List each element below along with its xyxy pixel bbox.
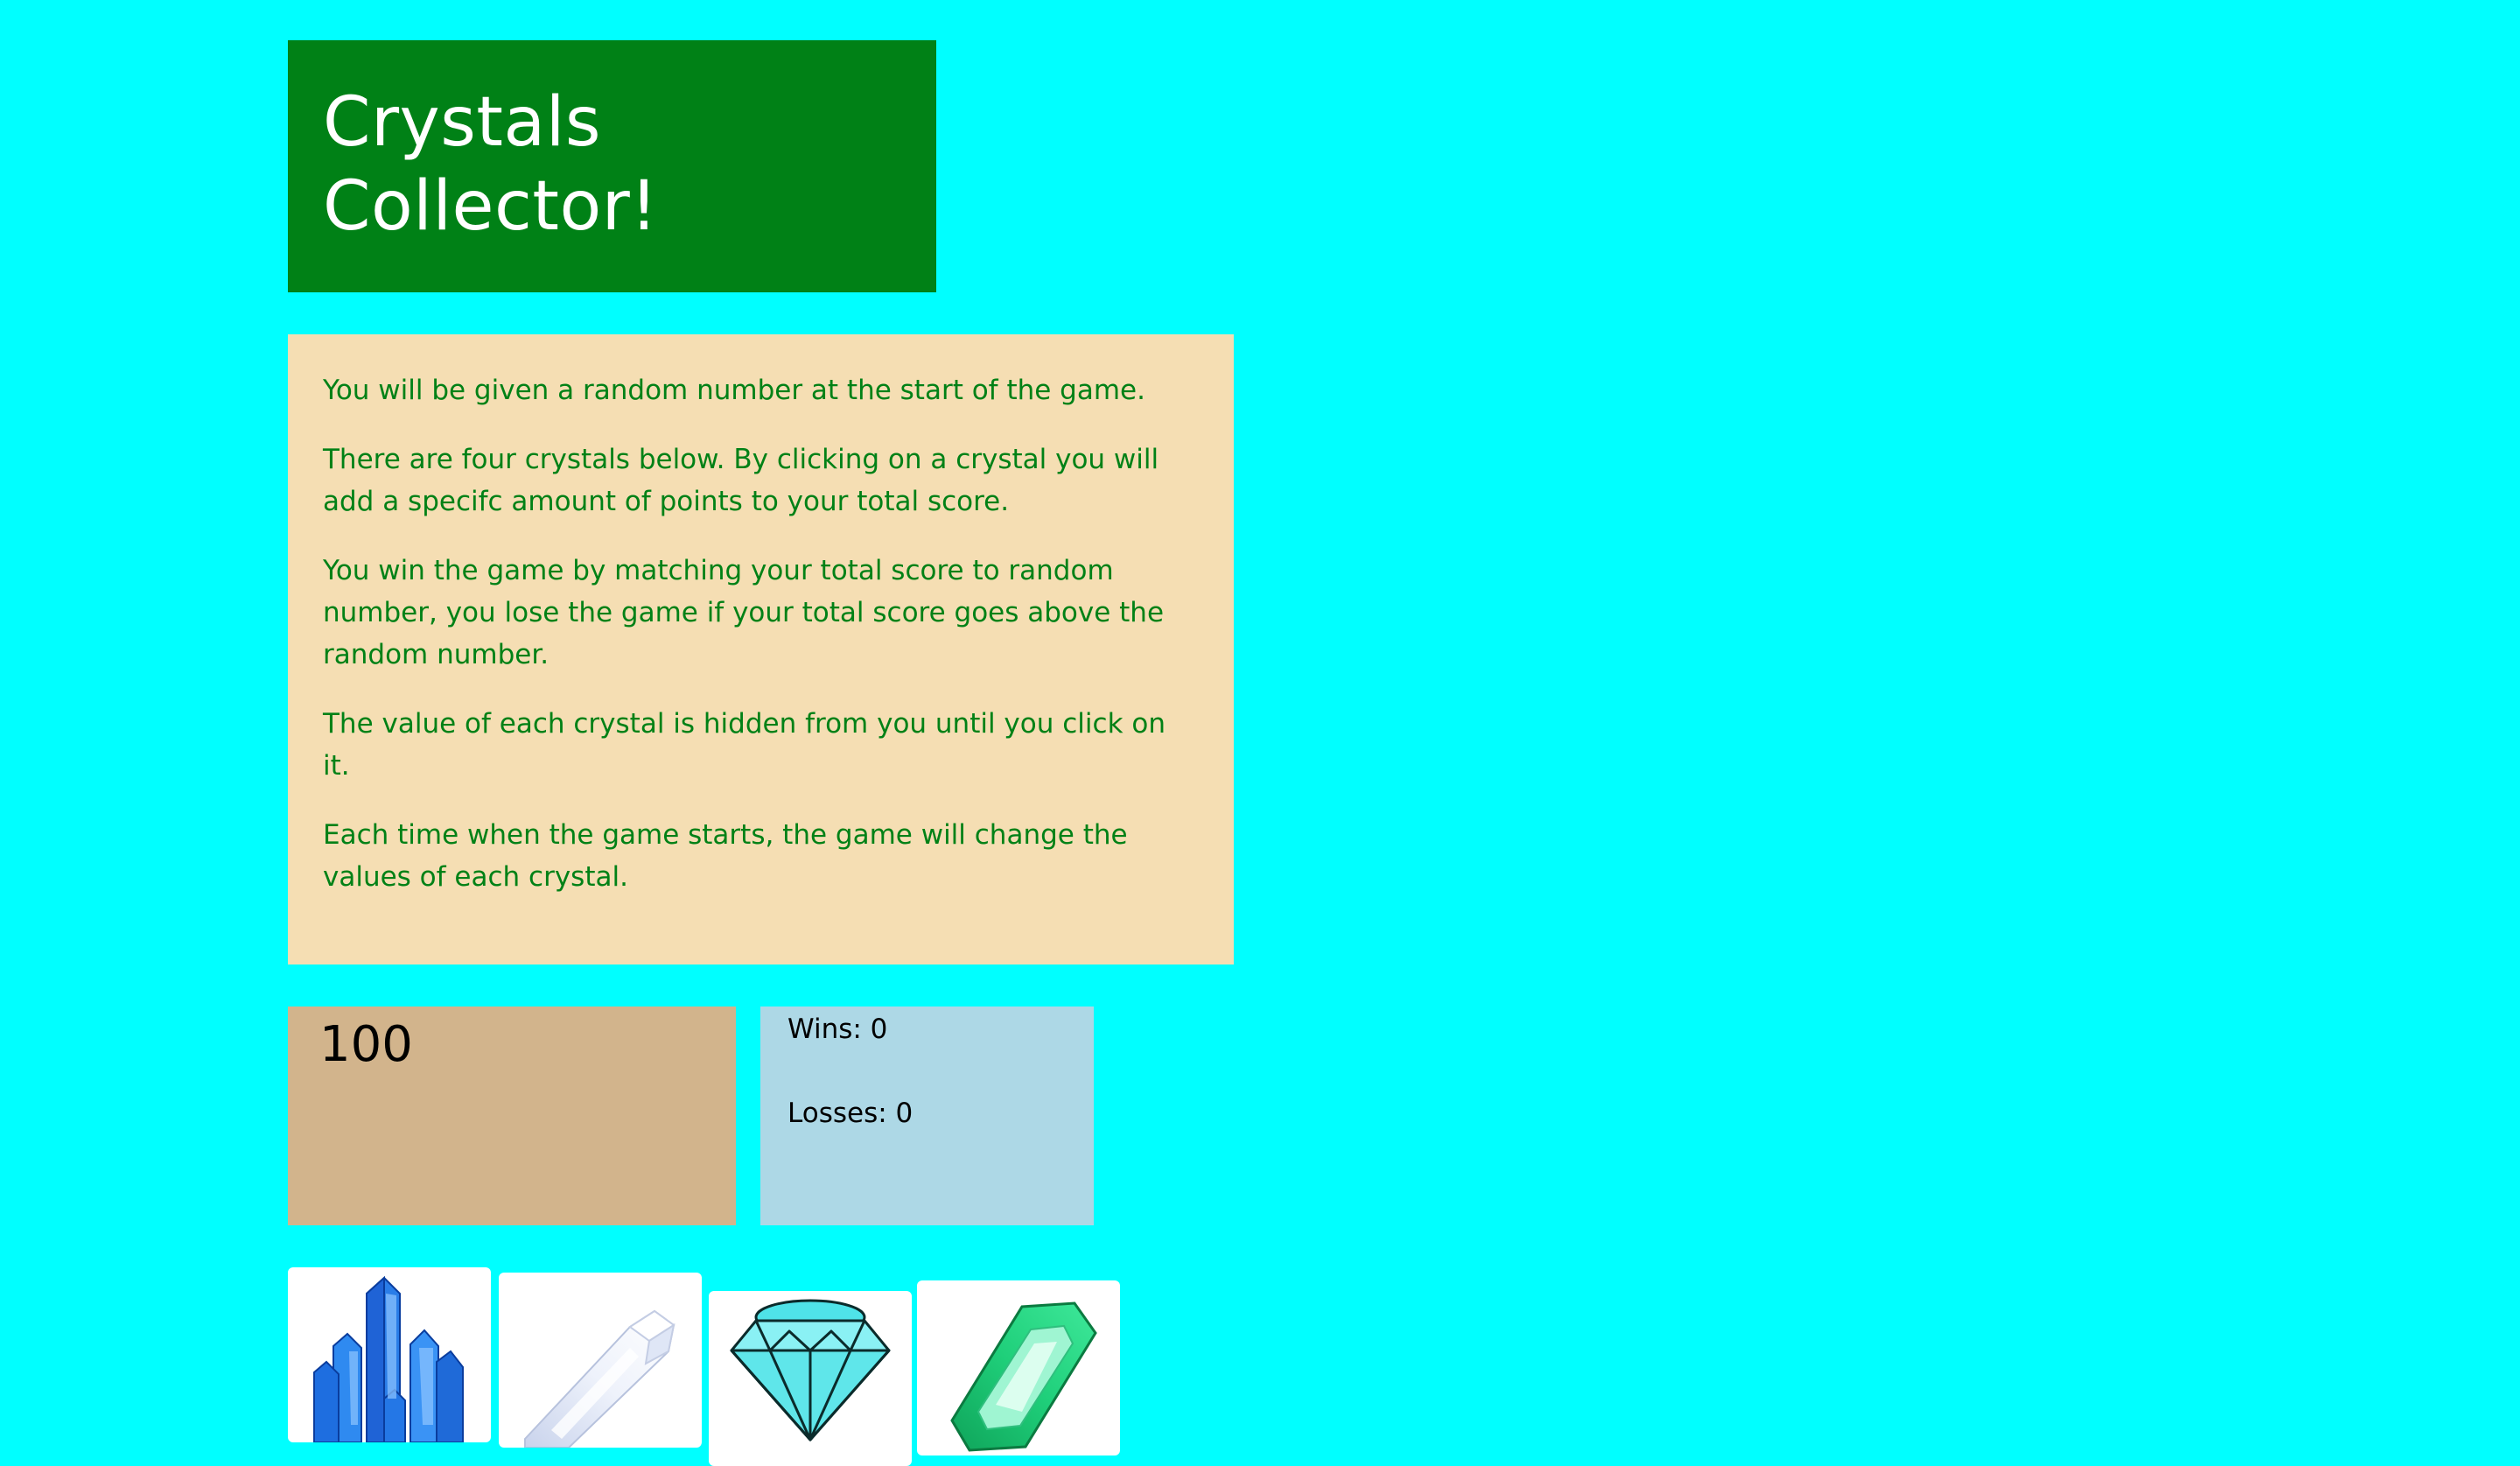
instruction-item: Each time when the game starts, the game… <box>323 819 1128 893</box>
crystal-button-2[interactable] <box>499 1273 702 1448</box>
game-title: Crystals Collector! <box>323 83 659 246</box>
instruction-item: There are four crystals below. By clicki… <box>323 444 1159 517</box>
crystal-button-1[interactable] <box>288 1267 491 1442</box>
blue-crystal-cluster-icon <box>313 1275 464 1442</box>
losses-counter: Losses: 0 <box>788 1098 914 1129</box>
random-number-panel: 100 <box>288 1007 736 1225</box>
scoreboard-panel: Wins: 0 Losses: 0 <box>760 1007 1094 1225</box>
crystal-button-4[interactable] <box>917 1280 1120 1455</box>
random-number: 100 <box>319 1016 413 1073</box>
instruction-item: The value of each crystal is hidden from… <box>323 708 1166 782</box>
white-quartz-crystal-icon <box>524 1309 676 1448</box>
instruction-item: You win the game by matching your total … <box>323 555 1165 670</box>
instructions-panel: You will be given a random number at the… <box>288 334 1234 964</box>
cyan-diamond-icon <box>730 1299 891 1441</box>
instruction-item: You will be given a random number at the… <box>323 375 1145 406</box>
green-emerald-icon <box>950 1301 1097 1452</box>
crystal-button-3[interactable] <box>709 1291 912 1466</box>
wins-counter: Wins: 0 <box>788 1014 888 1045</box>
title-banner: Crystals Collector! <box>288 40 936 292</box>
